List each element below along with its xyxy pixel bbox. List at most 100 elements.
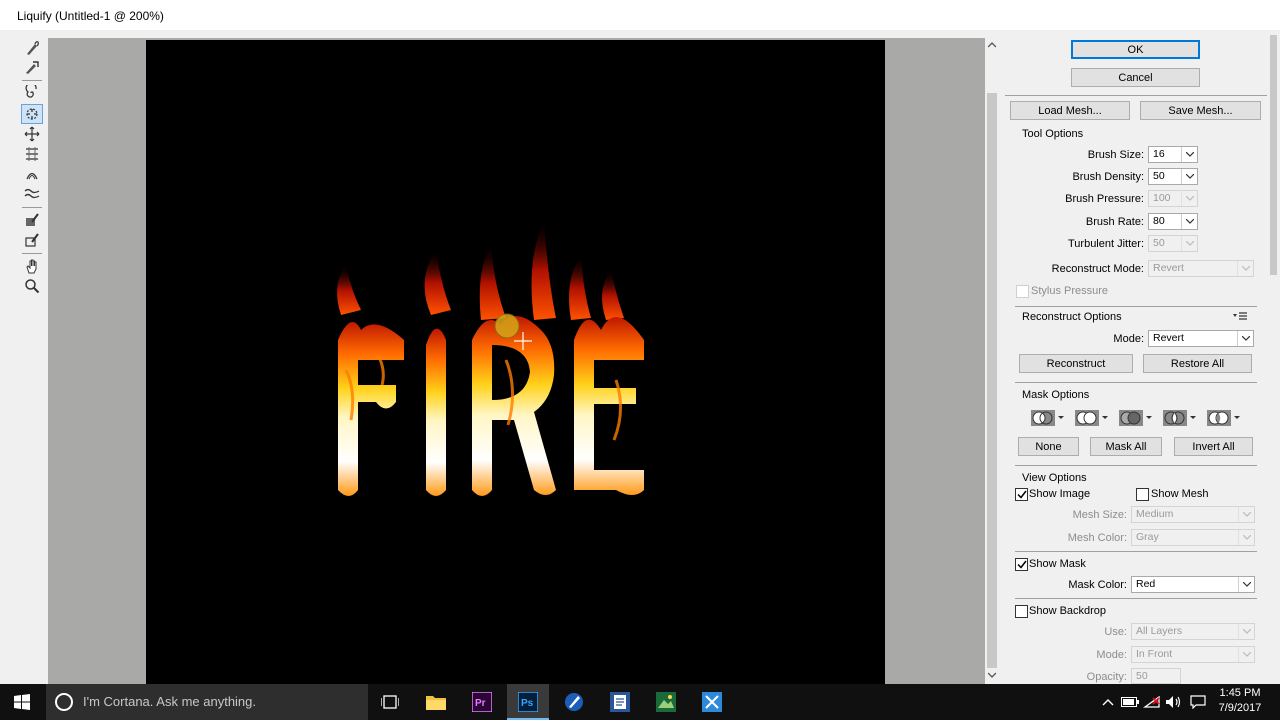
battery-icon[interactable]	[1118, 690, 1142, 714]
divider	[1015, 382, 1257, 383]
backdrop-mode-label: Mode:	[1096, 649, 1127, 661]
chevron-down-icon	[1238, 624, 1254, 639]
task-view-icon[interactable]	[378, 690, 402, 714]
invert-all-button[interactable]: Invert All	[1174, 437, 1253, 456]
scroll-down-icon[interactable]	[988, 672, 996, 678]
reconstruct-options-heading: Reconstruct Options	[1022, 311, 1122, 323]
scroll-up-icon[interactable]	[988, 42, 996, 48]
mask-subtract-button[interactable]	[1118, 408, 1152, 428]
photos-app-icon[interactable]	[654, 690, 678, 714]
photoshop-icon[interactable]: Ps	[516, 690, 540, 714]
freeze-mask-tool-icon[interactable]	[21, 210, 43, 230]
premiere-pro-icon[interactable]: Pr	[470, 690, 494, 714]
flame-wisp	[531, 220, 556, 320]
fire-letter	[574, 317, 644, 495]
panel-scrollbar-thumb[interactable]	[1270, 35, 1277, 275]
chevron-down-icon[interactable]	[1181, 169, 1197, 184]
chevron-down-icon	[1181, 191, 1197, 206]
reconstruct-button[interactable]: Reconstruct	[1019, 354, 1133, 373]
snipping-tool-icon[interactable]	[700, 690, 724, 714]
reconstruct-mode-dropdown[interactable]: Revert	[1148, 330, 1254, 347]
fire-text-artwork[interactable]	[146, 40, 885, 684]
reconstruct-tool-icon[interactable]	[21, 57, 43, 77]
turbulence-tool-icon[interactable]	[21, 184, 43, 204]
panel-menu-icon[interactable]	[1233, 312, 1247, 321]
show-hidden-icons-icon[interactable]	[1096, 690, 1120, 714]
tool-separator	[22, 80, 42, 81]
brush-pressure-value: 100	[1153, 192, 1171, 204]
windows-start-icon[interactable]	[10, 690, 34, 714]
show-image-checkbox[interactable]	[1015, 488, 1028, 501]
mask-color-select[interactable]: Red	[1131, 576, 1255, 593]
thaw-mask-tool-icon[interactable]	[21, 230, 43, 250]
cancel-button[interactable]: Cancel	[1071, 68, 1200, 87]
action-center-icon[interactable]	[1186, 690, 1210, 714]
show-mesh-checkbox[interactable]	[1136, 488, 1149, 501]
mirror-tool-icon[interactable]	[21, 164, 43, 184]
opacity-field: 50	[1131, 668, 1181, 684]
scrollbar-thumb[interactable]	[987, 93, 997, 668]
forward-warp-tool-icon[interactable]	[21, 38, 43, 58]
hand-tool-icon[interactable]	[21, 256, 43, 276]
cortana-search-box[interactable]: I'm Cortana. Ask me anything.	[46, 684, 368, 720]
volume-icon[interactable]	[1162, 690, 1186, 714]
mask-add-button[interactable]	[1074, 408, 1108, 428]
word-icon[interactable]	[608, 690, 632, 714]
mask-none-button[interactable]: None	[1018, 437, 1079, 456]
pen-app-icon[interactable]	[562, 690, 586, 714]
use-label: Use:	[1104, 626, 1127, 638]
mask-color-value: Red	[1136, 578, 1156, 590]
mask-invert-button[interactable]	[1206, 408, 1240, 428]
chevron-down-icon	[1238, 647, 1254, 662]
mask-invert-icon	[1207, 410, 1240, 426]
flame-wisp	[568, 255, 591, 320]
show-backdrop-checkbox[interactable]	[1015, 605, 1028, 618]
chevron-down-icon[interactable]	[1238, 577, 1254, 592]
panel-scrollbar[interactable]	[1267, 30, 1280, 684]
save-mesh-button[interactable]: Save Mesh...	[1140, 101, 1261, 120]
system-clock[interactable]: 1:45 PM 7/9/2017	[1212, 686, 1268, 716]
clock-time: 1:45 PM	[1219, 687, 1261, 699]
brush-rate-label: Brush Rate:	[1085, 216, 1144, 228]
stylus-pressure-checkbox	[1016, 285, 1029, 298]
brush-size-label: Brush Size:	[1087, 149, 1144, 161]
brush-density-field[interactable]: 50	[1148, 168, 1198, 185]
document-canvas[interactable]	[146, 40, 885, 684]
view-options-heading: View Options	[1022, 472, 1087, 484]
show-image-label: Show Image	[1029, 488, 1091, 500]
load-mesh-button[interactable]: Load Mesh...	[1010, 101, 1130, 120]
network-icon[interactable]	[1140, 690, 1164, 714]
restore-all-button[interactable]: Restore All	[1143, 354, 1252, 373]
mesh-size-label: Mesh Size:	[1072, 509, 1127, 521]
show-mask-checkbox[interactable]	[1015, 558, 1028, 571]
twirl-clockwise-tool-icon[interactable]	[21, 83, 43, 103]
liquify-dialog: Liquify (Untitled-1 @ 200%) OK Cancel Lo…	[0, 0, 1280, 684]
bloat-tool-icon[interactable]	[21, 124, 43, 144]
pucker-tool-icon[interactable]	[21, 104, 43, 124]
brush-size-field[interactable]: 16	[1148, 146, 1198, 163]
chevron-down-icon[interactable]	[1237, 331, 1253, 346]
divider	[1015, 598, 1257, 599]
mask-intersect-button[interactable]	[1162, 408, 1196, 428]
push-left-tool-icon[interactable]	[21, 144, 43, 164]
brush-cursor-icon	[494, 313, 520, 339]
divider	[1015, 551, 1257, 552]
use-value: All Layers	[1136, 625, 1183, 637]
title-bar: Liquify (Untitled-1 @ 200%)	[0, 0, 1280, 30]
canvas-area[interactable]	[48, 38, 985, 684]
vertical-scrollbar[interactable]	[985, 38, 999, 684]
chevron-down-icon	[1181, 236, 1197, 251]
reconstruct-mode-value: Revert	[1153, 262, 1184, 274]
fire-letter	[426, 328, 446, 496]
mask-replace-button[interactable]	[1030, 408, 1064, 428]
file-explorer-icon[interactable]	[424, 690, 448, 714]
ok-button[interactable]: OK	[1071, 40, 1200, 59]
chevron-down-icon[interactable]	[1181, 214, 1197, 229]
chevron-down-icon	[1238, 530, 1254, 545]
checkmark-icon	[1016, 490, 1027, 499]
reconstruct-mode-dropdown-value: Revert	[1153, 332, 1184, 344]
chevron-down-icon[interactable]	[1181, 147, 1197, 162]
brush-rate-field[interactable]: 80	[1148, 213, 1198, 230]
mask-all-button[interactable]: Mask All	[1090, 437, 1162, 456]
zoom-tool-icon[interactable]	[21, 276, 43, 296]
